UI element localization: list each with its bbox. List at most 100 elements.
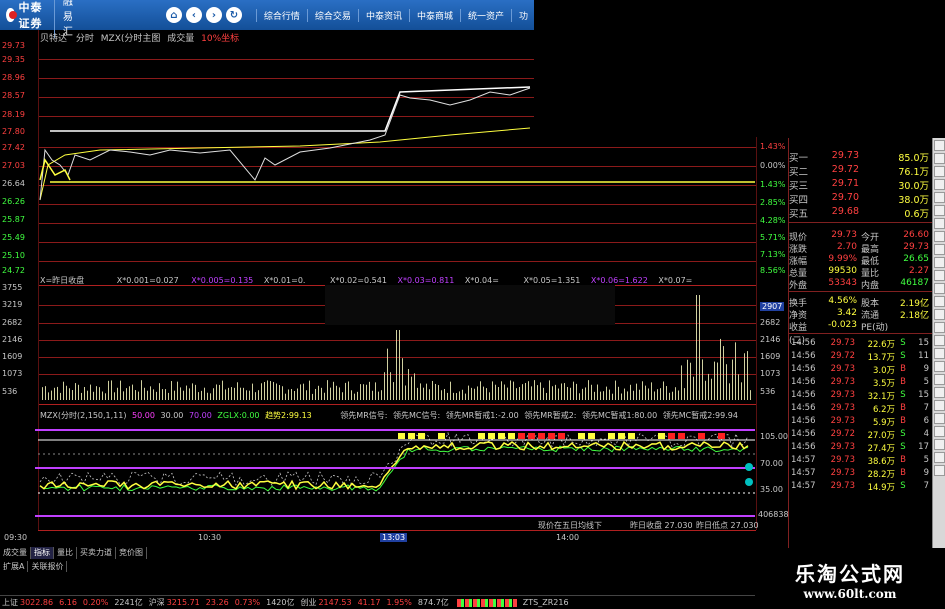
tool-icon[interactable]	[934, 452, 945, 463]
tool-icon[interactable]	[934, 205, 945, 216]
trade-tick-row: 14:56 29.72 27.0万 S 4	[791, 429, 931, 441]
tick-count: 15	[918, 390, 929, 400]
volume-bar	[654, 391, 655, 400]
tick-volume: 27.0万	[867, 431, 895, 441]
tool-icon[interactable]	[934, 179, 945, 190]
tab-force[interactable]: 买卖力道	[77, 547, 116, 559]
volume-bar	[303, 383, 304, 400]
volume-bar	[729, 383, 730, 400]
tool-icon[interactable]	[934, 465, 945, 476]
stat-row: 涨幅 9.99% 最低 26.65	[789, 254, 929, 267]
volume-bar	[321, 387, 322, 400]
volume-bar	[354, 393, 355, 400]
volume-bar	[624, 388, 625, 400]
tool-icon[interactable]	[934, 140, 945, 151]
trade-tick-row: 14:56 29.73 27.4万 S 17	[791, 442, 931, 454]
tool-icon[interactable]	[934, 387, 945, 398]
volume-bar	[699, 295, 700, 400]
tick-time: 14:56	[791, 442, 816, 452]
volume-bar	[432, 380, 433, 400]
tool-icon[interactable]	[934, 400, 945, 411]
footer-prev: 昨日收盘 27.030	[630, 521, 693, 530]
tab-related-quote[interactable]: 关联报价	[28, 561, 68, 572]
tick-count: 4	[923, 429, 929, 439]
signal-marker	[618, 433, 625, 439]
volume-bar	[60, 392, 61, 400]
right-toolbar[interactable]	[932, 138, 945, 548]
indicator-line	[39, 440, 749, 491]
tool-icon[interactable]	[934, 192, 945, 203]
tick-time: 14:56	[791, 403, 816, 413]
volume-bar	[627, 391, 628, 400]
tick-price: 29.73	[830, 416, 855, 426]
volume-bar	[603, 391, 604, 400]
tick-price: 29.73	[830, 377, 855, 387]
volume-bar	[189, 388, 190, 400]
volume-bar	[174, 390, 175, 400]
tool-icon[interactable]	[934, 270, 945, 281]
tool-icon[interactable]	[934, 296, 945, 307]
tool-icon[interactable]	[934, 413, 945, 424]
tick-time: 14:57	[791, 455, 816, 465]
price-line-2	[39, 158, 71, 181]
tool-icon[interactable]	[934, 153, 945, 164]
tool-icon[interactable]	[934, 283, 945, 294]
volume-bar	[93, 391, 94, 400]
index-name[interactable]: 沪深	[149, 597, 165, 608]
tool-icon[interactable]	[934, 335, 945, 346]
indicator-tabs: 成交量 指标 量比 买卖力道 竞价图	[0, 547, 175, 559]
tool-icon[interactable]	[934, 218, 945, 229]
volume-bar	[450, 381, 451, 400]
tick-volume: 13.7万	[867, 353, 895, 363]
signal-marker	[518, 433, 525, 439]
tool-icon[interactable]	[934, 231, 945, 242]
volume-bar	[345, 382, 346, 400]
index-name[interactable]: 创业	[300, 597, 316, 608]
tick-time: 14:56	[791, 377, 816, 387]
tool-icon[interactable]	[934, 426, 945, 437]
tab-indicator[interactable]: 指标	[31, 547, 54, 559]
tool-icon[interactable]	[934, 309, 945, 320]
volume-bar	[156, 391, 157, 400]
time-label: 14:00	[556, 533, 580, 542]
tick-count: 5	[923, 455, 929, 465]
trade-tick-row: 14:57 29.73 28.2万 B 9	[791, 468, 931, 480]
time-label: 09:30	[4, 533, 28, 542]
tool-icon[interactable]	[934, 257, 945, 268]
tool-icon[interactable]	[934, 361, 945, 372]
volume-bar	[87, 390, 88, 400]
volume-bar	[612, 393, 613, 400]
volume-bar	[312, 393, 313, 400]
tool-icon[interactable]	[934, 244, 945, 255]
tool-icon[interactable]	[934, 439, 945, 450]
tab-volume-ratio[interactable]: 量比	[54, 547, 77, 559]
volume-bar	[243, 387, 244, 400]
index-name[interactable]: 上证	[2, 597, 18, 608]
tick-volume: 28.2万	[867, 470, 895, 480]
tool-icon[interactable]	[934, 322, 945, 333]
volume-bar	[222, 380, 223, 400]
tab-ext-a[interactable]: 扩展A	[0, 561, 29, 572]
volume-bar	[633, 390, 634, 400]
tool-icon[interactable]	[934, 374, 945, 385]
index-value: 2147.53	[318, 598, 352, 607]
tool-icon[interactable]	[934, 348, 945, 359]
signal-marker	[668, 433, 675, 439]
tab-volume[interactable]: 成交量	[0, 547, 31, 559]
volume-bar	[642, 381, 643, 400]
tab-auction[interactable]: 竞价图	[116, 547, 147, 559]
index-pct: 0.20%	[82, 598, 109, 607]
volume-bar	[180, 387, 181, 400]
volume-bar	[363, 384, 364, 400]
volume-bar	[669, 392, 670, 400]
volume-bar	[489, 392, 490, 400]
volume-bar	[237, 382, 238, 400]
volume-bar	[564, 383, 565, 400]
index-amount: 2241亿	[114, 598, 143, 607]
tool-icon[interactable]	[934, 166, 945, 177]
volume-bar	[330, 387, 331, 400]
volume-bar	[405, 385, 406, 400]
watermark: 乐淘公式网 www.60lt.com	[755, 552, 945, 609]
volume-bar	[126, 388, 127, 400]
volume-bar	[213, 388, 214, 400]
